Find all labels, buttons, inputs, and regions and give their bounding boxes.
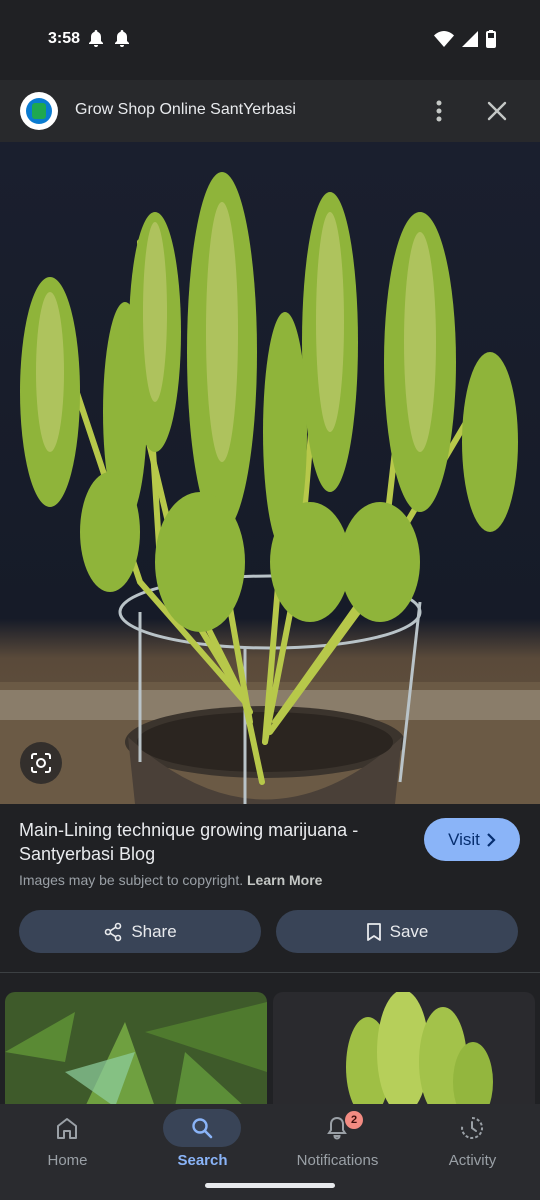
close-icon (487, 101, 507, 121)
visit-label: Visit (448, 829, 480, 849)
google-lens-button[interactable] (20, 742, 62, 784)
learn-more-link[interactable]: Learn More (247, 872, 322, 888)
notification-badge: 2 (345, 1111, 363, 1129)
share-icon (105, 922, 122, 941)
nav-activity-label: Activity (448, 1152, 497, 1169)
result-image[interactable] (0, 142, 540, 804)
nav-activity[interactable]: Activity (405, 1104, 540, 1200)
more-vert-icon (436, 100, 442, 122)
related-image-1[interactable] (5, 992, 267, 1107)
nav-home-label: Home (47, 1152, 88, 1169)
wifi-icon (434, 31, 454, 47)
site-name[interactable]: Grow Shop Online SantYerbasi (75, 101, 296, 119)
save-label: Save (389, 921, 429, 941)
visit-button[interactable]: Visit (424, 818, 520, 861)
share-button[interactable]: Share (19, 910, 261, 953)
search-icon (192, 1118, 213, 1139)
share-label: Share (131, 921, 177, 941)
notification-bell-icon (89, 30, 103, 47)
result-header: Grow Shop Online SantYerbasi (0, 80, 540, 142)
save-button[interactable]: Save (276, 910, 518, 953)
site-favicon (20, 92, 58, 130)
nav-home[interactable]: Home (0, 1104, 135, 1200)
gesture-home-indicator[interactable] (205, 1183, 335, 1188)
cellular-signal-icon (462, 31, 478, 47)
nav-notifications-label: Notifications (296, 1152, 379, 1169)
copyright-notice: Images may be subject to copyright. Lear… (19, 872, 322, 888)
nav-search-label: Search (177, 1152, 228, 1169)
related-plant-photo (273, 992, 535, 1107)
result-title[interactable]: Main-Lining technique growing marijuana … (19, 818, 419, 866)
home-icon (57, 1118, 77, 1139)
related-image-2[interactable] (273, 992, 535, 1107)
status-time: 3:58 (48, 30, 81, 47)
bookmark-icon (366, 922, 381, 941)
lens-icon (31, 753, 51, 773)
section-divider (0, 972, 540, 973)
battery-icon (486, 30, 496, 48)
close-button[interactable] (482, 96, 512, 126)
copyright-text: Images may be subject to copyright. (19, 872, 244, 888)
plant-photo (0, 172, 540, 804)
history-icon (461, 1116, 484, 1139)
chevron-right-icon (487, 832, 496, 847)
related-plant-photo (5, 992, 267, 1107)
status-bar: 3:58 (0, 0, 540, 80)
notification-bell-icon (115, 30, 129, 47)
more-options-button[interactable] (424, 96, 454, 126)
